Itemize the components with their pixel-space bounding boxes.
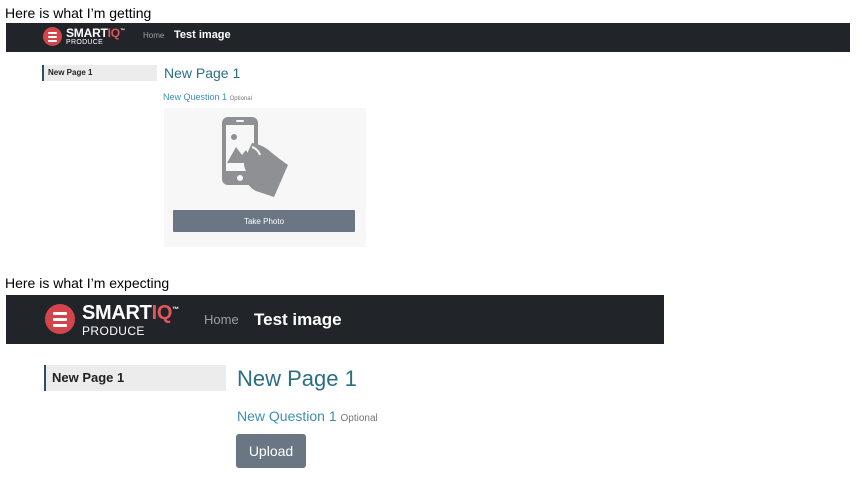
brand-main-text: SMART: [66, 26, 108, 40]
sidebar-item-label: New Page 1: [52, 370, 125, 385]
brand-accent-text: IQ: [107, 26, 120, 40]
brand-subtitle: PRODUCE: [66, 39, 104, 46]
brand-name[interactable]: SMARTIQ™: [66, 26, 125, 40]
nav-page-title: Test image: [174, 29, 231, 41]
brand-tm: ™: [172, 306, 179, 314]
navbar-getting: SMARTIQ™ PRODUCE Home Test image: [6, 23, 850, 52]
photo-capture-card: Take Photo: [164, 108, 366, 247]
question-text: New Question 1: [237, 408, 337, 424]
question-label: New Question 1 Optional: [237, 408, 378, 424]
question-label: New Question 1 Optional: [163, 92, 252, 102]
brand-name[interactable]: SMARTIQ™: [82, 302, 179, 325]
brand-main-text: SMART: [82, 302, 152, 324]
brand-accent-text: IQ: [151, 302, 173, 324]
nav-home-link[interactable]: Home: [204, 312, 239, 327]
sidebar-item-new-page-1[interactable]: New Page 1: [42, 65, 157, 81]
upload-button[interactable]: Upload: [236, 434, 306, 468]
take-photo-button[interactable]: Take Photo: [173, 210, 355, 232]
question-text: New Question 1: [163, 92, 228, 102]
smartiq-logo-icon[interactable]: [43, 27, 62, 46]
optional-tag: Optional: [340, 413, 378, 424]
smartiq-logo-icon[interactable]: [45, 304, 75, 334]
sidebar-item-label: New Page 1: [48, 68, 93, 77]
navbar-expecting: SMARTIQ™ PRODUCE Home Test image: [6, 295, 664, 344]
brand-tm: ™: [119, 28, 125, 34]
optional-tag: Optional: [229, 96, 252, 102]
nav-home-link[interactable]: Home: [143, 31, 164, 40]
sidebar-item-new-page-1[interactable]: New Page 1: [44, 365, 226, 391]
hand-holding-phone-icon: [222, 117, 288, 197]
page-heading: New Page 1: [237, 366, 357, 391]
caption-getting: Here is what I’m getting: [5, 5, 152, 21]
caption-expecting: Here is what I’m expecting: [5, 275, 170, 291]
brand-subtitle: PRODUCE: [82, 324, 145, 338]
nav-page-title: Test image: [254, 310, 342, 329]
page-heading: New Page 1: [164, 65, 241, 81]
